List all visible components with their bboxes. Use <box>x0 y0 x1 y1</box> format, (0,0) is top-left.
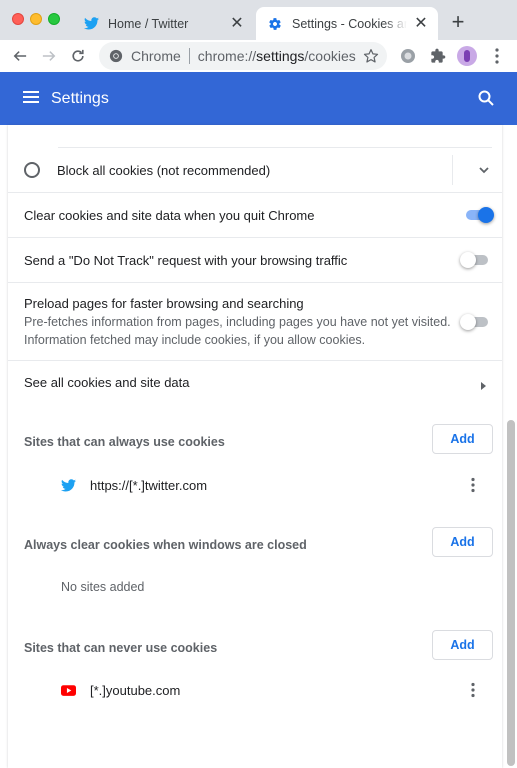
site-name: https://[*.]twitter.com <box>90 477 208 493</box>
more-actions-icon[interactable] <box>466 682 480 698</box>
browser-toolbar: Chrome chrome://settings/cookies <box>0 40 517 72</box>
new-tab-plus-icon[interactable]: + <box>448 11 468 33</box>
close-tab-icon[interactable]: ✕ <box>229 15 245 32</box>
do-not-track-row[interactable]: Send a "Do Not Track" request with your … <box>8 237 502 282</box>
preload-pages-row[interactable]: Preload pages for faster browsing and se… <box>8 282 502 360</box>
twitter-bird-icon <box>60 477 76 493</box>
clear-on-exit-section-title: Always clear cookies when windows are cl… <box>24 538 307 552</box>
tab-twitter[interactable]: Home / Twitter ✕ <box>72 7 254 40</box>
clear-on-quit-row[interactable]: Clear cookies and site data when you qui… <box>8 192 502 237</box>
toggle-knob <box>460 252 476 268</box>
always-allow-section-title: Sites that can always use cookies <box>24 435 225 449</box>
add-always-allow-button[interactable]: Add <box>432 424 493 454</box>
arrow-right-icon <box>478 378 488 390</box>
settings-gear-icon <box>267 16 283 32</box>
profile-avatar[interactable] <box>456 45 478 67</box>
add-never-allow-button[interactable]: Add <box>432 630 493 660</box>
avatar <box>457 46 477 66</box>
kebab-menu-icon[interactable] <box>486 45 508 67</box>
tab-title: Settings - Cookies and other site data <box>292 16 407 31</box>
url-host: settings <box>256 48 305 64</box>
tab-strip: Home / Twitter ✕ Settings - Cookies and … <box>0 0 517 40</box>
omnibox-chip-label: Chrome <box>131 48 181 64</box>
site-list-item: https://[*.]twitter.com <box>60 475 207 495</box>
see-all-cookies-label: See all cookies and site data <box>24 375 190 390</box>
window-minimize-button[interactable] <box>30 13 42 25</box>
twitter-bird-icon <box>83 16 99 32</box>
chrome-logo-icon <box>109 49 123 63</box>
preload-description-line1: Pre-fetches information from pages, incl… <box>24 315 451 329</box>
extension-badge-icon[interactable] <box>397 45 419 67</box>
toggle-knob <box>478 207 494 223</box>
vertical-scrollbar[interactable] <box>507 420 515 766</box>
back-arrow-icon[interactable] <box>9 45 31 67</box>
clear-on-quit-toggle[interactable] <box>464 207 494 223</box>
chevron-down-icon[interactable] <box>476 162 492 178</box>
reload-icon[interactable] <box>67 45 89 67</box>
site-name: [*.]youtube.com <box>90 682 181 698</box>
more-actions-icon[interactable] <box>466 477 480 493</box>
forward-arrow-icon[interactable] <box>38 45 60 67</box>
block-all-label: Block all cookies (not recommended) <box>57 163 271 178</box>
tab-settings[interactable]: Settings - Cookies and other site data ✕ <box>256 7 438 40</box>
empty-list-message: No sites added <box>61 580 145 594</box>
never-allow-section-title: Sites that can never use cookies <box>24 641 218 655</box>
omnibox-url: chrome://settings/cookies <box>198 48 356 64</box>
see-all-cookies-link[interactable]: See all cookies and site data <box>8 360 502 405</box>
block-all-radio[interactable] <box>24 162 40 178</box>
omnibox-separator <box>188 48 190 64</box>
bookmark-star-icon[interactable] <box>363 48 379 64</box>
site-list-item: [*.]youtube.com <box>60 680 180 700</box>
clear-on-quit-label: Clear cookies and site data when you qui… <box>24 208 315 223</box>
address-bar[interactable]: Chrome chrome://settings/cookies <box>99 42 387 70</box>
window-close-button[interactable] <box>12 13 24 25</box>
toggle-knob <box>460 314 476 330</box>
search-icon[interactable] <box>478 90 494 106</box>
url-path: /cookies <box>304 48 356 64</box>
do-not-track-toggle[interactable] <box>460 252 490 268</box>
preload-toggle[interactable] <box>460 314 490 330</box>
settings-header: Settings <box>0 72 517 125</box>
hamburger-menu-icon[interactable] <box>23 90 39 106</box>
close-tab-icon[interactable]: ✕ <box>413 15 429 32</box>
preload-label: Preload pages for faster browsing and se… <box>24 296 304 311</box>
settings-content: Block all cookies (not recommended) Clea… <box>0 125 517 768</box>
divider <box>452 155 453 185</box>
youtube-icon <box>60 682 76 698</box>
preload-description-line2: Information fetched may include cookies,… <box>24 333 366 347</box>
extensions-puzzle-icon[interactable] <box>427 45 449 67</box>
block-all-cookies-option[interactable]: Block all cookies (not recommended) <box>8 147 502 192</box>
add-clear-on-exit-button[interactable]: Add <box>432 527 493 557</box>
url-prefix: chrome:// <box>197 48 257 64</box>
tab-title: Home / Twitter <box>108 16 189 31</box>
page-title: Settings <box>51 90 109 107</box>
do-not-track-label: Send a "Do Not Track" request with your … <box>24 253 348 268</box>
window-maximize-button[interactable] <box>48 13 60 25</box>
